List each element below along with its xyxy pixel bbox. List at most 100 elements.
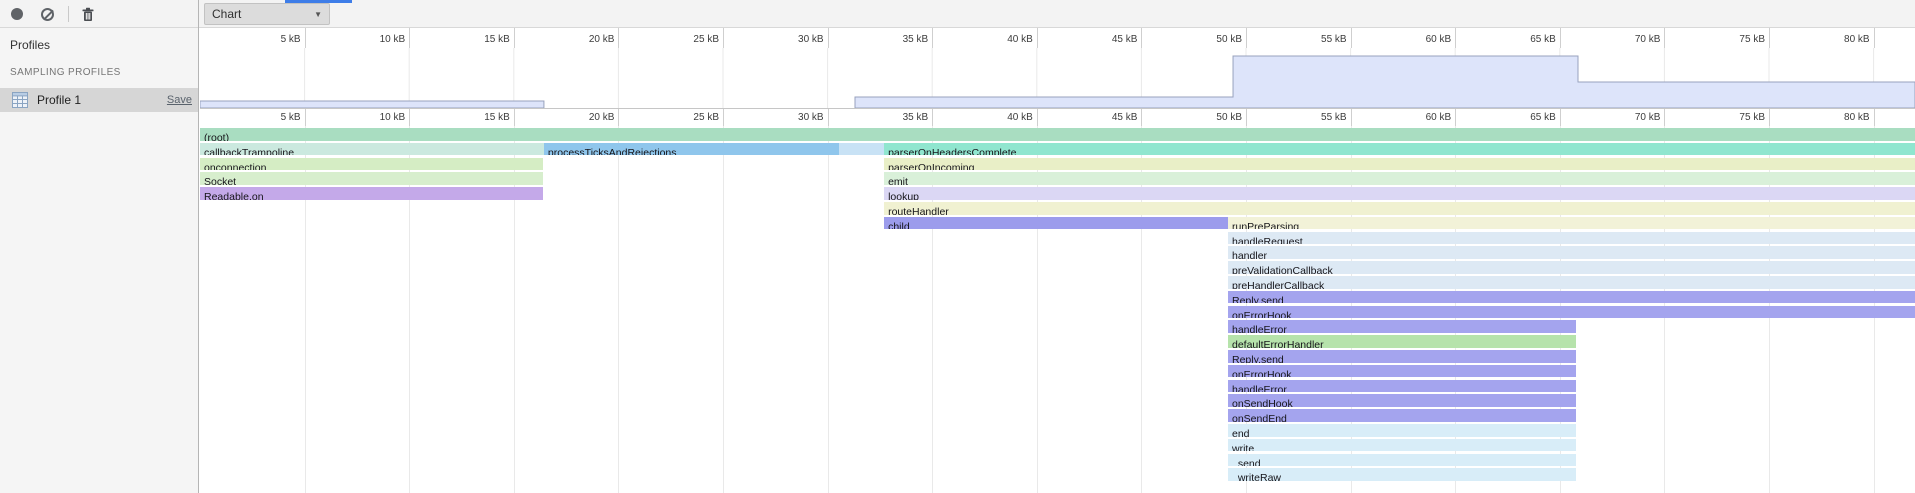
ruler-tick [409, 28, 410, 48]
ruler-tick-label: 60 kB [1426, 34, 1452, 45]
flame-bar-writeraw[interactable]: _writeRaw [1228, 468, 1576, 481]
flame-bar-label: Socket [200, 176, 236, 185]
flame-bar-processticksandrejections[interactable]: processTicksAndRejections [544, 143, 839, 156]
flame-bar-handleerror[interactable]: handleError [1228, 320, 1576, 333]
flame-bar-send[interactable]: _send [1228, 454, 1576, 467]
flame-bar-onconnection[interactable]: onconnection [200, 158, 543, 171]
ruler-tick-label: 70 kB [1635, 112, 1661, 123]
trash-icon [81, 7, 95, 22]
flame-bar-label: lookup [884, 191, 919, 200]
ruler-tick-label: 70 kB [1635, 34, 1661, 45]
flame-bar-label: Reply.send [1228, 295, 1284, 304]
flame-bar-lookup[interactable]: lookup [884, 187, 1915, 200]
flame-bar-callbacktrampoline[interactable]: callbackTrampoline [200, 143, 544, 156]
allocation-overview[interactable] [200, 48, 1915, 108]
ruler-tick-label: 40 kB [1007, 112, 1033, 123]
devtools-memory-panel: Chart ▼ Profiles SAMPLING PROFILES Profi… [0, 0, 1915, 493]
flame-bar-write[interactable]: write_ [1228, 439, 1576, 452]
ruler-tick-label: 15 kB [484, 112, 510, 123]
flame-bar-onsendhook[interactable]: onSendHook [1228, 394, 1576, 407]
ruler-tick-label: 45 kB [1112, 112, 1138, 123]
ruler-tick-label: 5 kB [281, 112, 301, 123]
flame-bar-child[interactable]: child [884, 217, 1228, 230]
flame-bar-label: routeHandler [884, 206, 949, 215]
ruler-tick-label: 10 kB [380, 34, 406, 45]
flame-bar-label: processTicksAndRejections [544, 147, 677, 156]
flame-bar-parseronincoming[interactable]: parserOnIncoming [884, 158, 1915, 171]
ruler-tick [1560, 109, 1561, 126]
ruler-tick [1141, 109, 1142, 126]
ruler-tick [828, 28, 829, 48]
flame-bar-onsendend[interactable]: onSendEnd [1228, 409, 1576, 422]
flame-bar-label: Readable.on [200, 191, 264, 200]
ruler-tick [1874, 28, 1875, 48]
flame-bar-handlerequest[interactable]: handleRequest [1228, 232, 1915, 245]
flame-bar-handler[interactable]: handler [1228, 246, 1915, 259]
flame-bar-label: (root) [200, 132, 229, 141]
flame-bar-onerrorhook[interactable]: onErrorHook [1228, 306, 1915, 319]
flame-bar-label: handleRequest [1228, 236, 1303, 245]
record-button[interactable] [4, 2, 30, 26]
ruler-tick-label: 10 kB [380, 112, 406, 123]
flame-bar-label: end [1228, 428, 1250, 437]
flame-bar-root[interactable]: (root) [200, 128, 1915, 141]
ruler-tick [723, 28, 724, 48]
memory-ruler-bottom: 5 kB10 kB15 kB20 kB25 kB30 kB35 kB40 kB4… [200, 108, 1915, 126]
flame-bar-runpreparsing[interactable]: runPreParsing [1228, 217, 1915, 230]
flame-bar-label: emit [884, 176, 908, 185]
ruler-tick [1246, 28, 1247, 48]
ruler-tick [305, 28, 306, 48]
flame-bar-label: onconnection [200, 162, 266, 171]
flame-bar-label: parserOnIncoming [884, 162, 974, 171]
ruler-tick-label: 25 kB [693, 34, 719, 45]
ruler-tick [1769, 109, 1770, 126]
flame-bar-label: defaultErrorHandler [1228, 339, 1324, 348]
flame-bar-label: onErrorHook [1228, 369, 1292, 378]
flame-bar-prevalidationcallback[interactable]: preValidationCallback [1228, 261, 1915, 274]
flame-bar-socket[interactable]: Socket [200, 172, 543, 185]
flame-bar-handleerror[interactable]: handleError [1228, 380, 1576, 393]
clear-all-button[interactable] [34, 2, 60, 26]
flame-chart: (root) callbackTrampoline processTicksAndR… [200, 126, 1915, 493]
flame-gridline [618, 126, 619, 493]
ruler-tick [514, 109, 515, 126]
delete-profile-button[interactable] [75, 2, 101, 26]
ruler-tick [932, 28, 933, 48]
ruler-tick-label: 25 kB [693, 112, 719, 123]
profiles-sidebar: Profiles SAMPLING PROFILES Profile 1 Sav… [0, 28, 199, 493]
flame-bar-emit[interactable]: emit [884, 172, 1915, 185]
ruler-tick-label: 30 kB [798, 112, 824, 123]
view-mode-select[interactable]: Chart ▼ [204, 3, 330, 25]
flame-bar-prehandlercallback[interactable]: preHandlerCallback [1228, 276, 1915, 289]
flame-bar-reply-send[interactable]: Reply.send [1228, 350, 1576, 363]
flame-bar-label: preHandlerCallback [1228, 280, 1324, 289]
flame-bar-label: onSendEnd [1228, 413, 1287, 422]
flame-bar-label: _send [1228, 458, 1261, 467]
ruler-tick [1769, 28, 1770, 48]
flame-bar-onerrorhook[interactable]: onErrorHook [1228, 365, 1576, 378]
ruler-tick-label: 60 kB [1426, 112, 1452, 123]
flame-bar-end[interactable]: end [1228, 424, 1576, 437]
ruler-tick [1246, 109, 1247, 126]
sidebar-title: Profiles [0, 28, 198, 58]
flame-bar-defaulterrorhandler[interactable]: defaultErrorHandler [1228, 335, 1576, 348]
flame-bar-segment[interactable] [839, 143, 884, 156]
ruler-tick-label: 35 kB [903, 34, 929, 45]
flame-bar-readable-on[interactable]: Readable.on [200, 187, 543, 200]
flame-bar-routehandler[interactable]: routeHandler [884, 202, 1915, 215]
flame-bar-reply-send[interactable]: Reply.send [1228, 291, 1915, 304]
flame-bar-label: onSendHook [1228, 398, 1293, 407]
ruler-tick-label: 50 kB [1216, 34, 1242, 45]
ruler-tick [1037, 28, 1038, 48]
ruler-tick [1455, 109, 1456, 126]
flame-bar-label: onErrorHook [1228, 310, 1292, 319]
ruler-tick [618, 28, 619, 48]
flame-bar-parseronheaderscomplete[interactable]: parserOnHeadersComplete [884, 143, 1915, 156]
save-profile-link[interactable]: Save [167, 94, 192, 106]
ruler-tick-label: 55 kB [1321, 34, 1347, 45]
ruler-tick [1037, 109, 1038, 126]
flame-bar-label: callbackTrampoline [200, 147, 294, 156]
flame-bar-label: Reply.send [1228, 354, 1284, 363]
view-mode-value: Chart [212, 7, 241, 21]
sidebar-item-profile-1[interactable]: Profile 1 Save [0, 88, 198, 112]
